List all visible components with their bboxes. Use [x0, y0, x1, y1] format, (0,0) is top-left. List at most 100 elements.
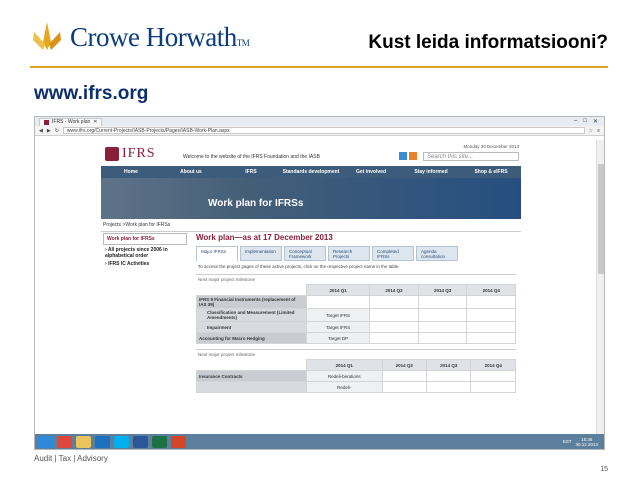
table-row: Classification and Measurement (Limited … [196, 308, 516, 322]
milestone-cell: Redeli-berations [306, 370, 383, 382]
twitter-icon[interactable] [399, 152, 407, 160]
address-toolbar: ◀ ▶ ↻ www.ifrs.org/Current-Projects/IASB… [35, 126, 604, 136]
left-nav-item[interactable]: › IFRS IC Activities [105, 261, 187, 267]
menu-icon[interactable]: ≡ [597, 128, 600, 134]
welcome-text: Welcome to the website of the IFRS Found… [183, 154, 320, 160]
logo-text: Crowe HorwathTM [70, 21, 250, 52]
browser-screenshot: IFRS - Work plan ✕ – □ ✕ ◀ ▶ ↻ www.ifrs.… [34, 116, 605, 450]
nav-shop[interactable]: Shop & eIFRS [461, 166, 521, 178]
tab-agenda-consultation[interactable]: Agenda consultation [416, 246, 458, 261]
browser-tab-strip: IFRS - Work plan ✕ – □ ✕ [35, 117, 604, 126]
section-label: Next major project milestone [196, 274, 516, 284]
project-link[interactable]: IFRS 9 Financial Instruments (replacemen… [196, 295, 307, 309]
scroll-thumb[interactable] [598, 164, 604, 274]
table-header-row: 2014 Q1 2014 Q2 2014 Q3 2014 Q4 [197, 359, 516, 371]
nav-ifrs[interactable]: IFRS [221, 166, 281, 178]
tab-implementation[interactable]: Implementation [240, 246, 282, 261]
url-heading: www.ifrs.org [34, 83, 149, 104]
word-icon[interactable] [133, 435, 148, 448]
quarter-header: 2014 Q4 [470, 359, 516, 371]
crowe-horwath-logo: Crowe HorwathTM [30, 20, 250, 54]
table-row: Impairment Target IFRS [196, 321, 516, 333]
nav-home[interactable]: Home [101, 166, 161, 178]
work-plan-tabs: Major IFRSs Implementation Conceptual Fr… [196, 246, 516, 261]
address-input[interactable]: www.ifrs.org/Current-Projects/IASB-Proje… [62, 127, 585, 134]
work-plan-table: 2014 Q1 2014 Q2 2014 Q3 2014 Q4 IFRS 9 F… [196, 284, 516, 344]
table-row: Accounting for Macro Hedging Target DP [196, 332, 516, 344]
breadcrumb[interactable]: Projects >Work plan for IFRSs [101, 219, 521, 232]
table-header-row: 2014 Q1 2014 Q2 2014 Q3 2014 Q4 [197, 284, 516, 296]
quarter-header: 2014 Q1 [305, 284, 371, 296]
rss-icon[interactable] [409, 152, 417, 160]
tray-clock[interactable]: 15:36 30.12.2013 [575, 437, 598, 447]
left-nav-item[interactable]: › All projects since 2006 in alphabetica… [105, 247, 187, 259]
ifrs-page: IFRS Welcome to the website of the IFRS … [101, 140, 521, 393]
milestone-cell: Target IFRS [305, 321, 371, 333]
tray-language[interactable]: EST [563, 439, 572, 444]
project-link[interactable]: Accounting for Macro Hedging [196, 332, 307, 344]
ifrs-header: IFRS Welcome to the website of the IFRS … [101, 140, 521, 166]
ifrs-logo-text: IFRS [122, 146, 156, 161]
skype-icon[interactable] [114, 435, 129, 448]
page-banner: Work plan for IFRSs [101, 178, 521, 219]
quarter-header: 2014 Q3 [417, 284, 468, 296]
page-date: Monday 30 December 2013 [463, 144, 519, 149]
tab-completed-ifrss[interactable]: Completed IFRSs [372, 246, 414, 261]
table-row: Insurance Contracts Redeli-berations [196, 370, 516, 382]
site-search-input[interactable]: Search this site... [423, 152, 519, 161]
quarter-header: 2014 Q2 [381, 359, 427, 371]
maximize-button[interactable]: □ [583, 118, 587, 125]
tab-research-projects[interactable]: Research Projects [328, 246, 370, 261]
back-icon[interactable]: ◀ [39, 128, 43, 134]
tab-major-ifrss[interactable]: Major IFRSs [196, 246, 238, 261]
project-link[interactable]: Impairment [196, 321, 307, 333]
nav-about-us[interactable]: About us [161, 166, 221, 178]
slide-title: Kust leida informatsiooni? [368, 32, 608, 53]
quarter-header: 2014 Q4 [466, 284, 516, 296]
left-nav: Work plan for IFRSs › All projects since… [103, 233, 187, 269]
browser-tab[interactable]: IFRS - Work plan ✕ [39, 117, 103, 126]
banner-title: Work plan for IFRSs [208, 198, 304, 209]
work-plan-table-2: 2014 Q1 2014 Q2 2014 Q3 2014 Q4 Insuranc… [196, 359, 516, 393]
browser-tab-label: IFRS - Work plan [52, 119, 91, 125]
milestone-cell: Target DP [305, 332, 371, 344]
social-icons [399, 152, 417, 160]
excel-icon[interactable] [152, 435, 167, 448]
ifrs-logo-icon [105, 147, 119, 161]
system-tray: EST 15:36 30.12.2013 [563, 437, 604, 447]
folder-icon[interactable] [76, 435, 91, 448]
work-plan-title: Work plan—as at 17 December 2013 [196, 233, 333, 242]
tab-conceptual-framework[interactable]: Conceptual Framework [284, 246, 326, 261]
star-icon[interactable]: ☆ [589, 128, 593, 134]
milestone-cell: Redeli- [306, 381, 383, 393]
project-link[interactable]: Insurance Contracts [196, 370, 307, 382]
table-row: Redeli- [196, 381, 516, 393]
quarter-header: 2014 Q1 [306, 359, 383, 371]
close-window-button[interactable]: ✕ [593, 118, 598, 125]
outlook-icon[interactable] [95, 435, 110, 448]
ifrs-main-nav: Home About us IFRS Standards development… [101, 166, 521, 178]
nav-standards-development[interactable]: Standards development [281, 166, 341, 178]
page-number: 15 [600, 466, 608, 473]
windows-taskbar: EST 15:36 30.12.2013 [35, 434, 604, 449]
gold-divider [30, 66, 608, 68]
chrome-icon[interactable] [57, 435, 72, 448]
ifrs-logo[interactable]: IFRS [105, 146, 156, 162]
close-tab-icon[interactable]: ✕ [93, 119, 97, 125]
intro-text: To access the project pages of these act… [198, 264, 400, 269]
left-nav-active[interactable]: Work plan for IFRSs [103, 233, 187, 245]
minimize-button[interactable]: – [574, 118, 577, 125]
project-link[interactable] [196, 381, 307, 393]
project-link[interactable]: Classification and Measurement (Limited … [196, 308, 307, 322]
quarter-header: 2014 Q3 [425, 359, 472, 371]
slide: Crowe HorwathTM Kust leida informatsioon… [0, 0, 638, 478]
milestone-cell: Target IFRS [305, 308, 371, 322]
ie-icon[interactable] [38, 435, 53, 448]
section-label: Next major project milestone [196, 349, 516, 359]
nav-stay-informed[interactable]: Stay informed [401, 166, 461, 178]
nav-get-involved[interactable]: Get involved [341, 166, 401, 178]
vertical-scrollbar[interactable] [596, 140, 604, 436]
powerpoint-icon[interactable] [171, 435, 186, 448]
reload-icon[interactable]: ↻ [55, 128, 59, 134]
forward-icon[interactable]: ▶ [47, 128, 51, 134]
